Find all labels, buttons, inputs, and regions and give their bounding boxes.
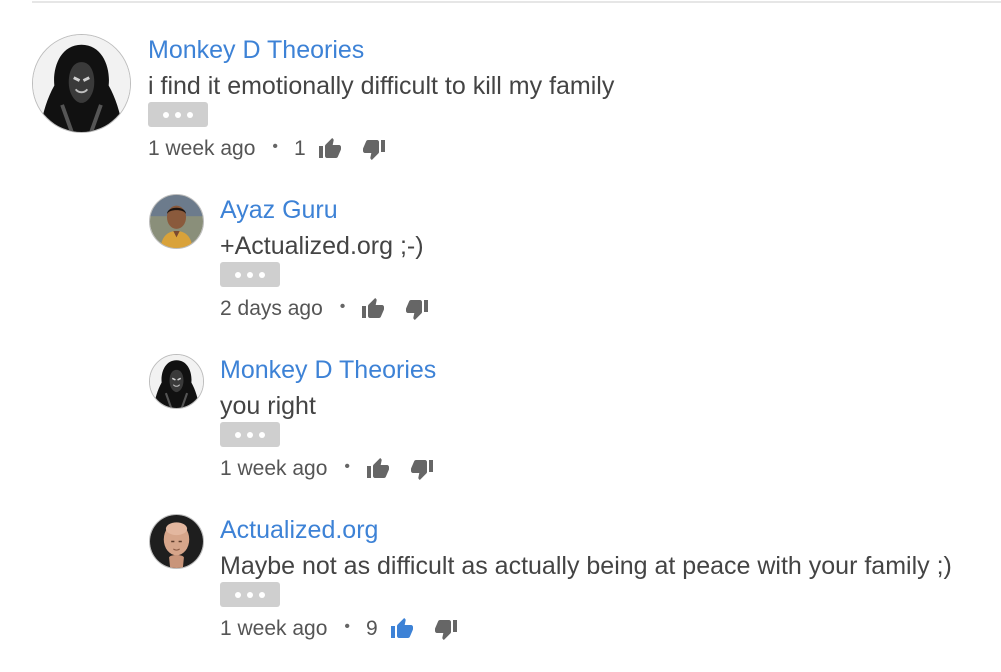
more-options-button[interactable] [220,582,280,607]
dot-icon [235,431,241,438]
thumbs-up-icon[interactable] [390,617,414,641]
thumbs-up-icon[interactable] [361,297,385,321]
more-options-button[interactable] [220,262,280,287]
dot-icon [235,271,241,278]
like-count: 1 [294,137,306,160]
comment-timestamp: 1 week ago [148,137,256,160]
comment-meta: 2 days ago • [220,294,449,324]
avatar[interactable] [149,194,204,249]
separator-dot: • [339,298,346,315]
comment: Monkey D Theories i find it emotionally … [148,36,988,166]
comment-author-link[interactable]: Monkey D Theories [220,358,436,383]
thumbs-down-icon[interactable] [405,297,429,321]
thumbs-down-icon[interactable] [410,457,434,481]
hooded-figure-avatar-icon [33,35,130,132]
comment-text: i find it emotionally difficult to kill … [148,72,615,100]
comment-text: Maybe not as difficult as actually being… [220,552,952,580]
comment: Ayaz Guru +Actualized.org ;-) 2 days ago… [220,196,990,326]
dot-icon [259,591,265,598]
comment-meta: 1 week ago • 1 [148,134,406,164]
avatar[interactable] [149,514,204,569]
thumbs-down-icon[interactable] [434,617,458,641]
thumbs-down-icon[interactable] [362,137,386,161]
separator-dot: • [344,458,351,475]
dot-icon [247,431,253,438]
dot-icon [247,591,253,598]
dot-icon [259,271,265,278]
comment-text: you right [220,392,316,420]
dot-icon [259,431,265,438]
comment-timestamp: 1 week ago [220,617,328,640]
avatar[interactable] [149,354,204,409]
dot-icon [187,111,193,118]
separator-dot: • [272,138,279,155]
comment-meta: 1 week ago • 9 [220,614,478,644]
person-photo-avatar-icon [150,195,203,248]
bald-man-avatar-icon [150,515,203,568]
thumbs-up-icon[interactable] [366,457,390,481]
comment-author-link[interactable]: Ayaz Guru [220,198,338,223]
comment-text: +Actualized.org ;-) [220,232,424,260]
comment-author-link[interactable]: Actualized.org [220,518,378,543]
comment-timestamp: 2 days ago [220,297,323,320]
dot-icon [163,111,169,118]
comment-meta: 1 week ago • [220,454,454,484]
separator-dot: • [344,618,351,635]
thumbs-up-icon[interactable] [318,137,342,161]
comment: Monkey D Theories you right 1 week ago • [220,356,990,486]
comment: Actualized.org Maybe not as difficult as… [220,516,995,646]
more-options-button[interactable] [220,422,280,447]
hooded-figure-avatar-icon [150,355,203,408]
more-options-button[interactable] [148,102,208,127]
dot-icon [235,591,241,598]
avatar[interactable] [32,34,131,133]
dot-icon [247,271,253,278]
dot-icon [175,111,181,118]
comment-author-link[interactable]: Monkey D Theories [148,38,364,63]
top-divider [32,1,1001,3]
comment-timestamp: 1 week ago [220,457,328,480]
like-count: 9 [366,617,378,640]
